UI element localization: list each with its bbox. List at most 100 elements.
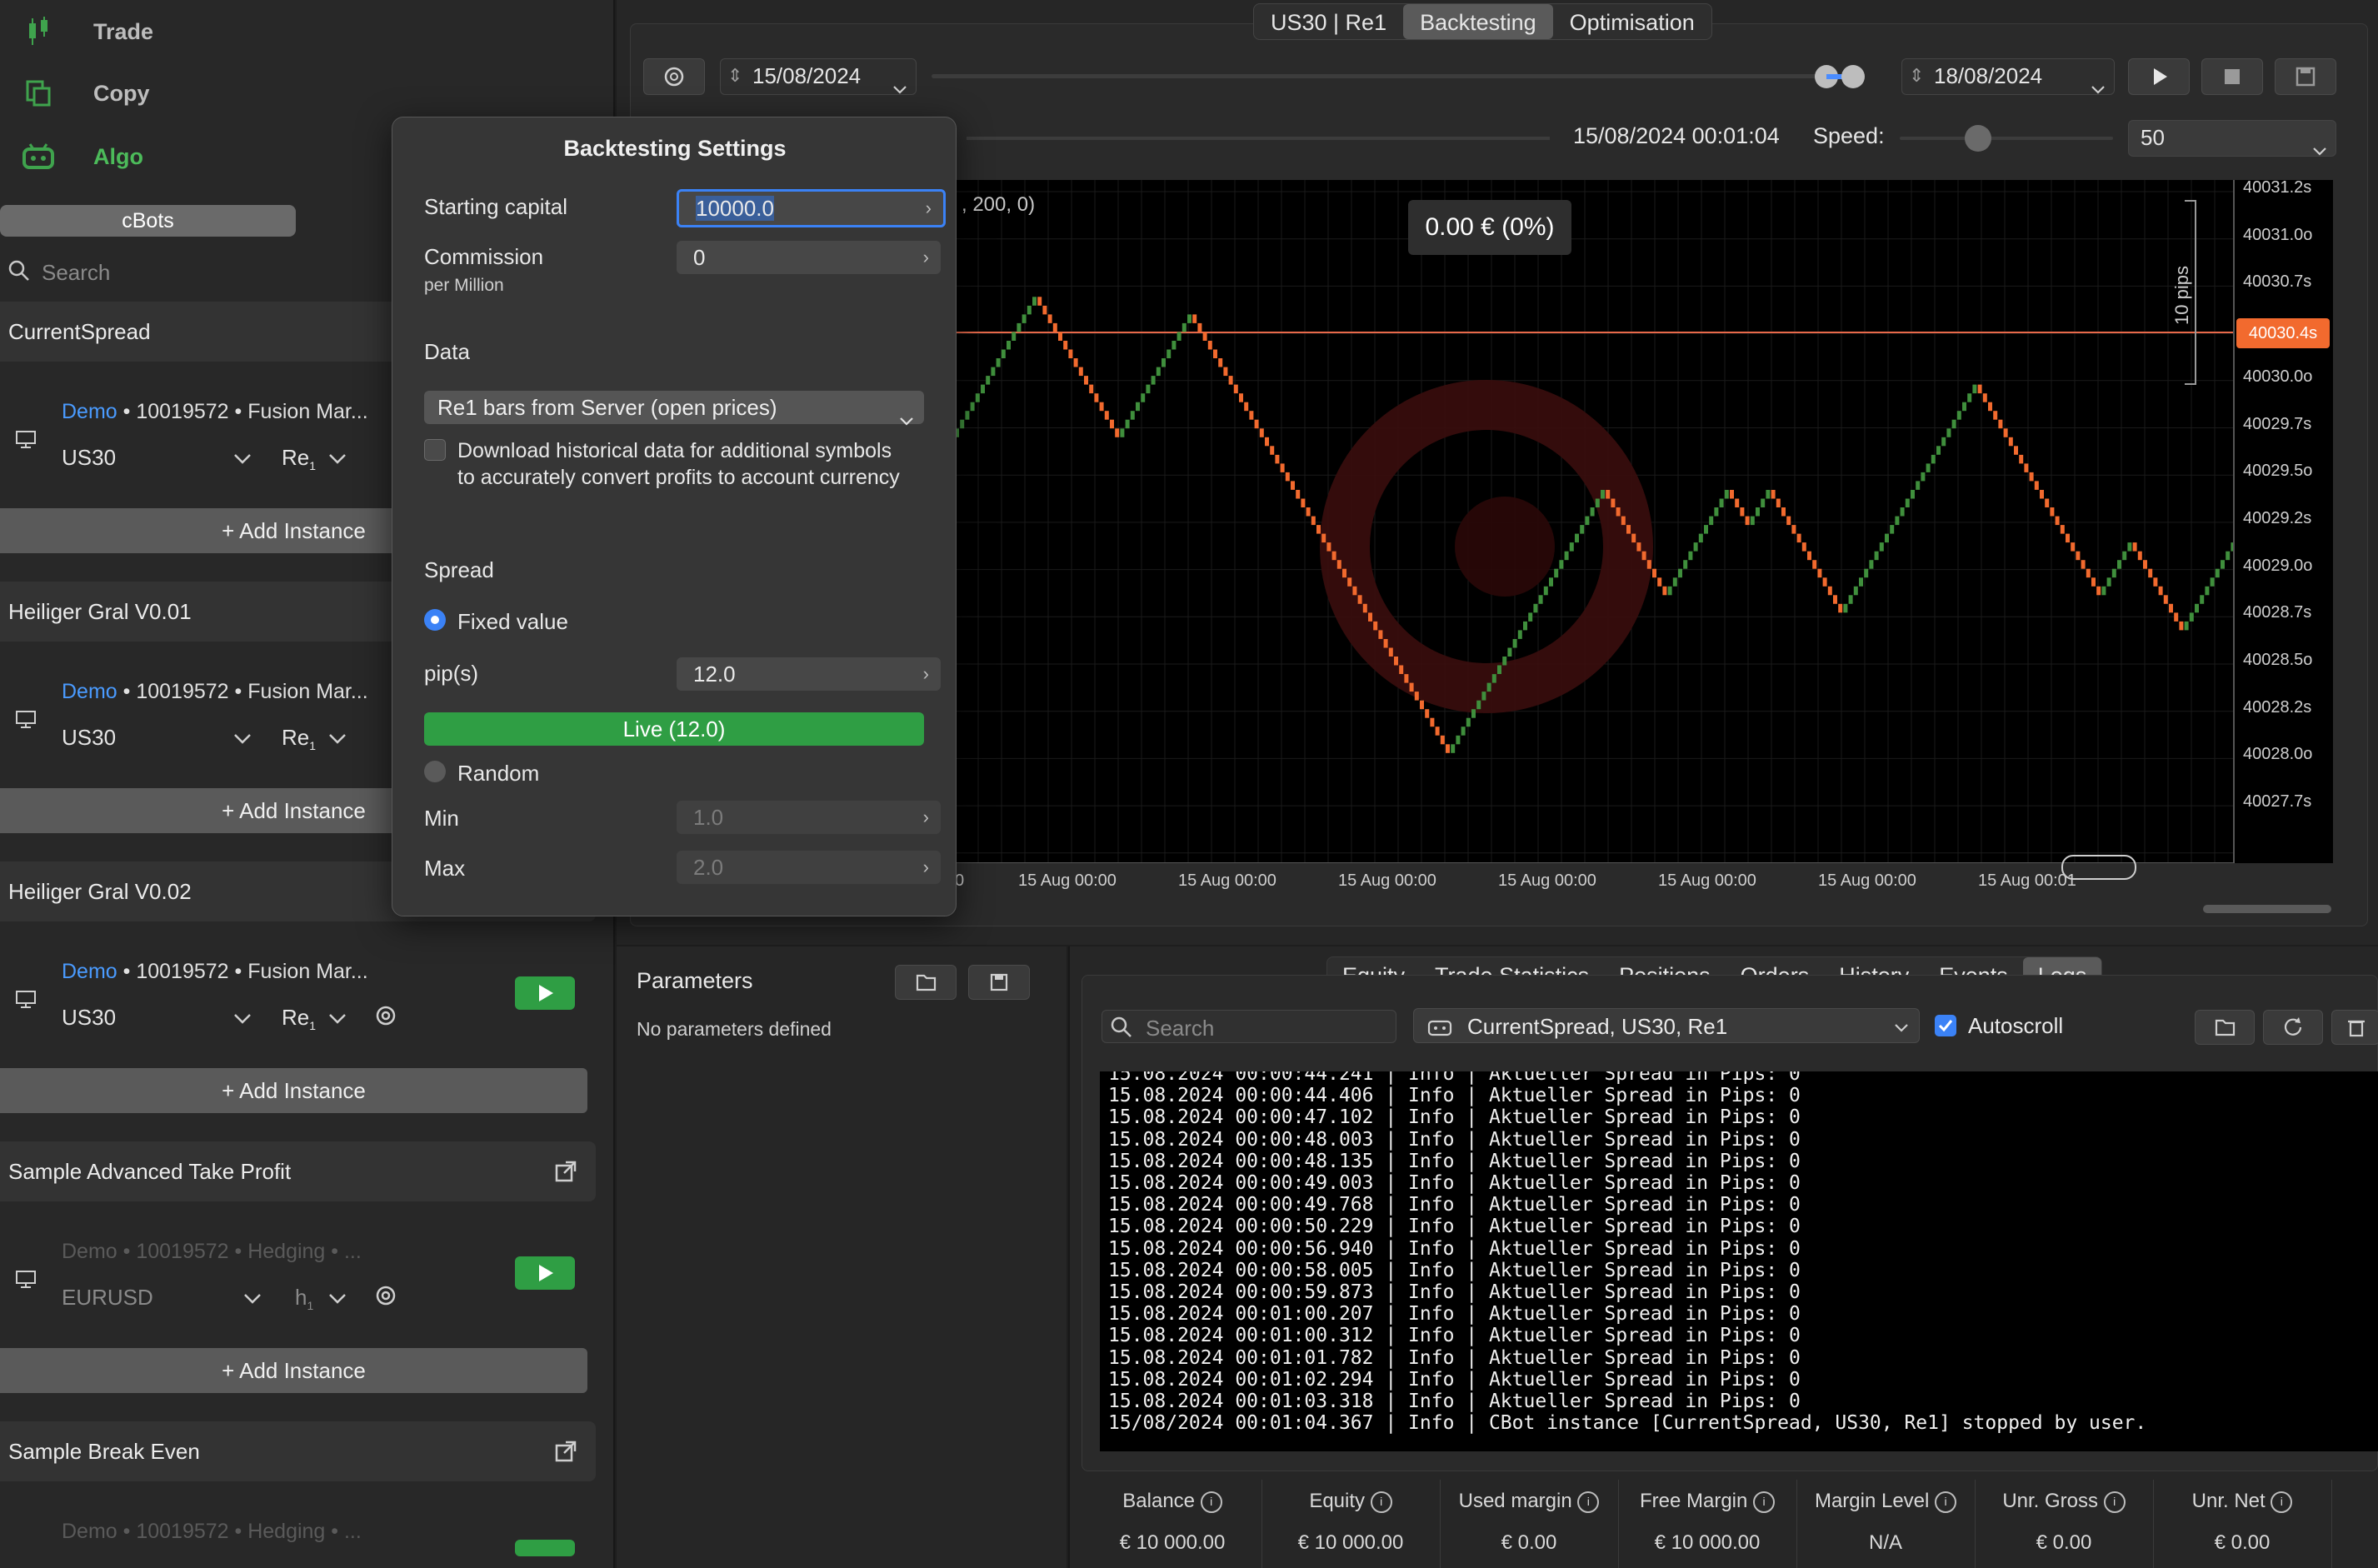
renko-brick	[1249, 411, 1254, 420]
account-label[interactable]: Demo • 10019572 • Fusion Mar...	[62, 680, 368, 704]
live-spread-button[interactable]: Live (12.0)	[424, 712, 924, 746]
renko-brick	[1559, 560, 1564, 569]
renko-brick	[1394, 657, 1398, 666]
settings-icon[interactable]	[375, 1005, 397, 1031]
renko-brick	[2189, 612, 2194, 622]
timeframe-select[interactable]: h1	[295, 1285, 313, 1312]
chart-horizontal-scrollbar[interactable]	[2203, 905, 2331, 913]
timeframe-select[interactable]: Re1	[282, 725, 316, 752]
timeline-range-handles[interactable]	[1813, 63, 1866, 90]
info-icon[interactable]: i	[2271, 1491, 2293, 1513]
pips-input[interactable]: 12.0 ›	[677, 657, 941, 691]
log-line: 15.08.2024 00:00:50.229 | Info | Aktuell…	[1108, 1216, 1801, 1238]
end-date-picker[interactable]: ⇕ 18/08/2024	[1901, 58, 2115, 95]
account-label[interactable]: Demo • 10019572 • Fusion Mar...	[62, 400, 368, 424]
info-icon[interactable]: i	[1370, 1491, 1392, 1513]
renko-brick	[1822, 577, 1827, 587]
bot-header-sample-break-even[interactable]: Sample Break Even	[0, 1421, 596, 1481]
timeframe-select[interactable]: Re1	[282, 1005, 316, 1032]
log-output[interactable]: 15.08.2024 00:00:44.241 | Info | Aktuell…	[1100, 1071, 2378, 1451]
renko-brick	[1704, 525, 1708, 534]
renko-brick	[2122, 551, 2127, 561]
account-label[interactable]: Demo • 10019572 • Hedging • ...	[62, 1240, 362, 1264]
start-date-picker[interactable]: ⇕ 15/08/2024	[720, 58, 917, 95]
renko-brick	[1951, 419, 1956, 429]
bot-header-sample-advanced-take-profit[interactable]: Sample Advanced Take Profit	[0, 1141, 596, 1201]
renko-brick	[2106, 577, 2111, 587]
renko-brick	[1667, 586, 1672, 596]
symbol-select[interactable]: US30	[62, 1005, 116, 1031]
stop-button[interactable]	[2201, 58, 2263, 95]
info-icon[interactable]: i	[1753, 1491, 1776, 1513]
logs-search-input[interactable]: Search	[1102, 1010, 1396, 1043]
nav-trade[interactable]: Trade	[0, 0, 615, 63]
nav-copy[interactable]: Copy	[0, 62, 615, 125]
min-input[interactable]: 1.0 ›	[677, 801, 941, 834]
renko-brick	[1202, 332, 1207, 341]
renko-brick	[2174, 612, 2179, 622]
play-button[interactable]	[515, 976, 575, 1010]
renko-brick	[1781, 507, 1786, 517]
renko-brick	[1094, 393, 1099, 402]
renko-brick	[1982, 393, 1987, 402]
export-logs-button[interactable]	[2195, 1010, 2255, 1045]
timeline-track[interactable]	[932, 74, 1821, 78]
renko-brick	[1956, 411, 1961, 420]
time-tick: 15 Aug 00:00	[1658, 871, 1756, 890]
refresh-logs-button[interactable]	[2263, 1010, 2323, 1045]
symbol-select[interactable]: US30	[62, 725, 116, 751]
symbol-select[interactable]: US30	[62, 445, 116, 471]
autoscroll-checkbox[interactable]	[1935, 1015, 1956, 1036]
chart-scroll-handle[interactable]	[2061, 855, 2136, 880]
account-label[interactable]: Demo • 10019572 • Hedging • ...	[62, 1520, 362, 1544]
info-icon[interactable]: i	[1935, 1491, 1957, 1513]
random-radio[interactable]	[424, 761, 446, 782]
tab-backtesting[interactable]: Backtesting	[1403, 4, 1553, 39]
tab-optimisation[interactable]: Optimisation	[1553, 4, 1711, 39]
renko-brick	[986, 376, 991, 385]
starting-capital-input[interactable]: 10000.0 ›	[677, 189, 946, 227]
add-instance-button[interactable]: + Add Instance	[0, 1348, 587, 1393]
save-params-button[interactable]	[968, 965, 1030, 1000]
save-button[interactable]	[2275, 58, 2336, 95]
renko-brick	[1239, 393, 1243, 402]
play-button[interactable]	[2128, 58, 2190, 95]
segment-cbots[interactable]: cBots	[0, 205, 296, 237]
renko-brick	[2143, 560, 2147, 569]
speed-select[interactable]: 50	[2128, 120, 2336, 157]
commission-input[interactable]: 0 ›	[677, 241, 941, 274]
info-icon[interactable]: i	[1200, 1491, 1222, 1513]
speed-slider-thumb[interactable]	[1965, 125, 1991, 152]
max-input[interactable]: 2.0 ›	[677, 851, 941, 884]
open-folder-button[interactable]	[895, 965, 957, 1000]
instance-filter-select[interactable]: CurrentSpread, US30, Re1	[1413, 1008, 1920, 1043]
data-source-select[interactable]: Re1 bars from Server (open prices)	[424, 391, 924, 426]
renko-brick	[1012, 332, 1017, 341]
renko-brick	[1786, 516, 1791, 526]
price-chart[interactable]	[954, 180, 2378, 864]
play-button[interactable]	[515, 1256, 575, 1290]
starting-capital-label: Starting capital	[424, 194, 567, 219]
symbol-select[interactable]: EURUSD	[62, 1285, 153, 1311]
renko-brick	[1017, 322, 1022, 332]
timeframe-select[interactable]: Re1	[282, 445, 316, 472]
account-label[interactable]: Demo • 10019572 • Fusion Mar...	[62, 960, 368, 984]
checkmark-icon	[1938, 1020, 1953, 1032]
share-icon[interactable]	[554, 1440, 577, 1463]
settings-icon[interactable]	[375, 1285, 397, 1311]
info-icon[interactable]: i	[1577, 1491, 1600, 1513]
renko-brick	[1007, 341, 1011, 350]
download-history-checkbox[interactable]	[424, 439, 446, 461]
add-instance-button[interactable]: + Add Instance	[0, 1068, 587, 1113]
tab-symbol[interactable]: US30 | Re1	[1254, 4, 1403, 39]
speed-slider-track[interactable]	[1900, 137, 2113, 140]
fixed-value-radio[interactable]	[424, 609, 446, 631]
play-button[interactable]	[515, 1540, 575, 1556]
renko-brick	[1491, 674, 1496, 683]
share-icon[interactable]	[554, 1160, 577, 1183]
info-icon[interactable]: i	[2103, 1491, 2126, 1513]
renko-brick	[2008, 437, 2013, 447]
settings-button[interactable]	[643, 58, 705, 95]
renko-brick	[2040, 490, 2044, 499]
clear-logs-button[interactable]	[2331, 1010, 2378, 1045]
